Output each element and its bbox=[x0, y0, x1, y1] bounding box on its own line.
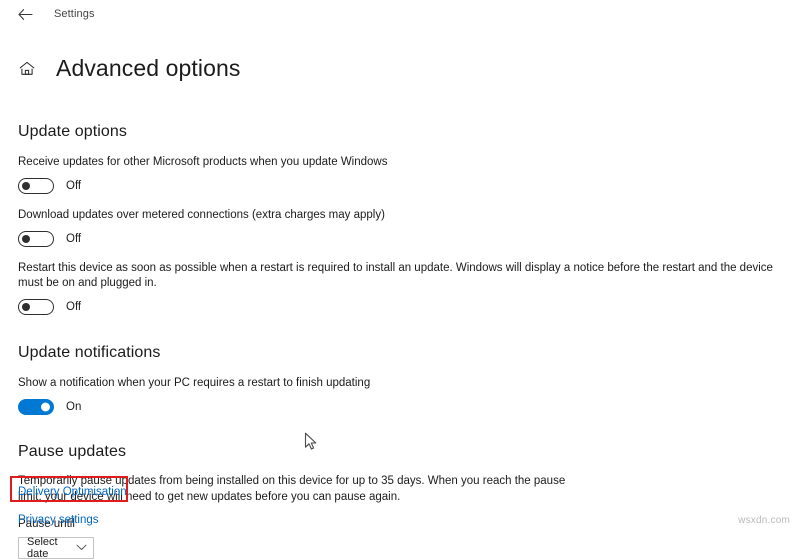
pause-until-value: Select date bbox=[27, 535, 58, 560]
toggle-metered-connections[interactable] bbox=[18, 230, 54, 247]
toggle-row: Off bbox=[18, 177, 790, 194]
toggle-knob bbox=[22, 234, 30, 243]
watermark: wsxdn.com bbox=[738, 515, 790, 526]
pause-until-label: Pause until bbox=[18, 517, 75, 530]
back-arrow-icon[interactable] bbox=[14, 3, 36, 25]
setting-restart-asap: Restart this device as soon as possible … bbox=[18, 261, 790, 315]
section-heading-update-options: Update options bbox=[18, 122, 128, 140]
page-title: Advanced options bbox=[56, 55, 241, 82]
setting-label: Download updates over metered connection… bbox=[18, 208, 385, 221]
setting-label: Receive updates for other Microsoft prod… bbox=[18, 155, 388, 168]
setting-microsoft-products: Receive updates for other Microsoft prod… bbox=[18, 155, 790, 194]
toggle-state-label: Off bbox=[66, 232, 82, 245]
section-heading-update-notifications: Update notifications bbox=[18, 343, 161, 361]
toggle-row: On bbox=[18, 398, 790, 415]
toggle-knob bbox=[41, 402, 50, 412]
link-delivery-optimisation[interactable]: Delivery Optimisation bbox=[18, 486, 127, 498]
app-title: Settings bbox=[54, 8, 95, 20]
toggle-knob bbox=[22, 181, 30, 190]
setting-metered-connections: Download updates over metered connection… bbox=[18, 208, 790, 247]
chevron-down-icon bbox=[76, 544, 87, 551]
page-header: Advanced options bbox=[0, 40, 800, 98]
toggle-state-label: On bbox=[66, 400, 82, 413]
link-privacy-settings[interactable]: Privacy settings bbox=[18, 514, 99, 526]
toggle-restart-asap[interactable] bbox=[18, 298, 54, 315]
toggle-state-label: Off bbox=[66, 179, 82, 192]
title-bar: Settings bbox=[0, 0, 800, 28]
delivery-optimisation-link-wrapper: Delivery Optimisation bbox=[18, 482, 127, 500]
privacy-settings-link-wrapper: Privacy settings bbox=[18, 510, 99, 528]
toggle-microsoft-products[interactable] bbox=[18, 177, 54, 194]
toggle-knob bbox=[22, 302, 30, 311]
toggle-row: Off bbox=[18, 298, 790, 315]
setting-restart-notification: Show a notification when your PC require… bbox=[18, 376, 790, 415]
pause-until-dropdown[interactable]: Select date bbox=[18, 535, 94, 560]
toggle-state-label: Off bbox=[66, 300, 82, 313]
toggle-restart-notification[interactable] bbox=[18, 398, 54, 415]
section-heading-pause-updates: Pause updates bbox=[18, 442, 127, 460]
setting-label: Show a notification when your PC require… bbox=[18, 376, 371, 389]
home-icon[interactable] bbox=[16, 58, 38, 80]
toggle-row: Off bbox=[18, 230, 790, 247]
setting-label: Restart this device as soon as possible … bbox=[18, 261, 773, 289]
